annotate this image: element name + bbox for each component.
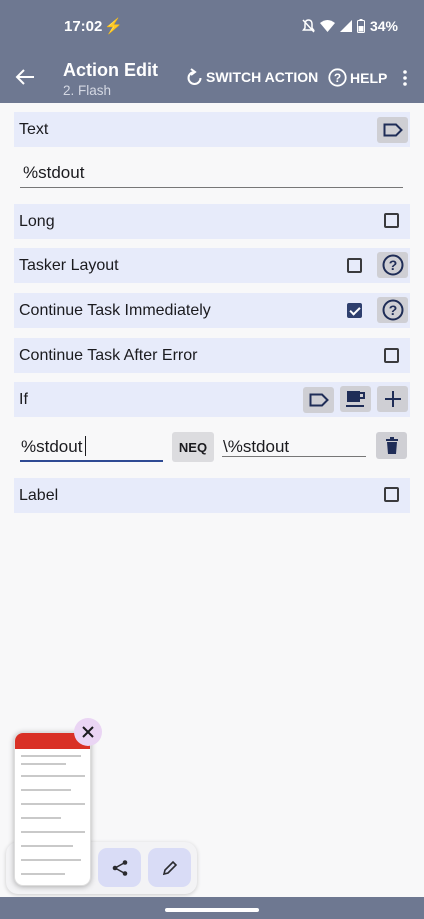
thumbnail-line bbox=[21, 755, 81, 757]
signal-icon bbox=[339, 20, 352, 32]
tasker-layout-checkbox[interactable] bbox=[347, 258, 362, 273]
svg-text:?: ? bbox=[388, 302, 397, 318]
help-circle-icon: ? bbox=[382, 254, 403, 276]
thumbnail-line bbox=[21, 775, 85, 777]
coffee-button[interactable] bbox=[340, 386, 371, 412]
if-left-field[interactable]: %stdout bbox=[20, 435, 163, 462]
tag-icon bbox=[309, 393, 329, 407]
refresh-icon bbox=[187, 68, 202, 85]
continue-after-error-checkbox[interactable] bbox=[384, 348, 399, 363]
tasker-layout-help-button[interactable]: ? bbox=[377, 252, 408, 278]
help-label: HELP bbox=[350, 69, 388, 86]
trash-icon bbox=[385, 437, 398, 454]
delete-condition-button[interactable] bbox=[376, 432, 407, 459]
close-icon bbox=[82, 726, 94, 738]
tag-icon bbox=[383, 123, 403, 137]
edit-screenshot-button[interactable] bbox=[148, 848, 191, 887]
label-checkbox[interactable] bbox=[384, 487, 399, 502]
if-label: If bbox=[19, 391, 28, 408]
thumbnail-line bbox=[21, 831, 85, 833]
page-subtitle: 2. Flash bbox=[63, 83, 112, 98]
home-gesture-handle[interactable] bbox=[165, 908, 259, 912]
thumbnail-line bbox=[21, 789, 71, 791]
thumbnail-line bbox=[21, 859, 81, 861]
help-circle-icon: ? bbox=[382, 299, 403, 321]
if-right-value: \%stdout bbox=[223, 437, 290, 456]
if-right-field[interactable]: \%stdout bbox=[222, 435, 366, 457]
svg-text:?: ? bbox=[388, 257, 397, 273]
continue-after-error-label: Continue Task After Error bbox=[19, 347, 198, 364]
page-title: Action Edit bbox=[63, 60, 158, 80]
svg-text:?: ? bbox=[334, 71, 341, 85]
battery-percent: 34% bbox=[369, 18, 398, 34]
charging-bolt-icon: ⚡ bbox=[104, 18, 123, 35]
text-field[interactable]: %stdout bbox=[20, 163, 403, 188]
help-circle-icon: ? bbox=[328, 68, 347, 87]
continue-immediately-help-button[interactable]: ? bbox=[377, 297, 408, 323]
continue-immediately-row: Continue Task Immediately ? bbox=[14, 293, 410, 328]
add-condition-button[interactable] bbox=[377, 386, 408, 412]
long-label: Long bbox=[19, 213, 55, 230]
label-row: Label bbox=[14, 478, 410, 513]
continue-immediately-checkbox[interactable] bbox=[347, 303, 362, 318]
share-screenshot-button[interactable] bbox=[98, 848, 141, 887]
long-row: Long bbox=[14, 204, 410, 239]
if-variable-tag-button[interactable] bbox=[303, 387, 334, 413]
variable-tag-button[interactable] bbox=[377, 117, 408, 143]
tasker-layout-row: Tasker Layout ? bbox=[14, 248, 410, 283]
text-field-value: %stdout bbox=[23, 163, 85, 182]
status-time: 17:02 bbox=[64, 18, 103, 35]
label-label: Label bbox=[19, 487, 59, 504]
text-label: Text bbox=[19, 121, 49, 138]
text-cursor bbox=[85, 436, 86, 456]
operator-button[interactable]: NEQ bbox=[172, 432, 214, 462]
tasker-layout-label: Tasker Layout bbox=[19, 257, 119, 274]
if-left-value: %stdout bbox=[21, 437, 83, 456]
coffee-cup-icon bbox=[345, 391, 365, 407]
thumbnail-line bbox=[21, 873, 65, 875]
continue-immediately-label: Continue Task Immediately bbox=[19, 302, 211, 319]
mute-icon bbox=[301, 19, 315, 33]
thumbnail-line bbox=[21, 817, 61, 819]
thumbnail-line bbox=[21, 803, 85, 805]
help-button[interactable]: ? HELP bbox=[328, 68, 387, 87]
screenshot-thumbnail[interactable] bbox=[14, 732, 91, 886]
app-bar: 17:02 ⚡ 34% Action Edit 2. Flash SWITCH … bbox=[0, 0, 424, 103]
battery-icon bbox=[356, 19, 365, 33]
back-arrow-icon[interactable] bbox=[14, 66, 36, 88]
more-vert-icon[interactable] bbox=[399, 68, 411, 88]
plus-icon bbox=[384, 391, 401, 407]
close-screenshot-button[interactable] bbox=[74, 718, 102, 746]
thumbnail-line bbox=[21, 845, 73, 847]
thumbnail-line bbox=[21, 763, 66, 765]
if-row: If bbox=[14, 382, 410, 417]
pencil-icon bbox=[162, 860, 177, 875]
long-checkbox[interactable] bbox=[384, 213, 399, 228]
continue-after-error-row: Continue Task After Error bbox=[14, 338, 410, 373]
share-icon bbox=[112, 859, 127, 876]
wifi-icon bbox=[319, 20, 335, 32]
text-row: Text bbox=[14, 112, 410, 147]
switch-action-button[interactable]: SWITCH ACTION bbox=[186, 68, 318, 86]
switch-action-label: SWITCH ACTION bbox=[206, 69, 319, 85]
status-icons: 34% bbox=[301, 18, 398, 34]
